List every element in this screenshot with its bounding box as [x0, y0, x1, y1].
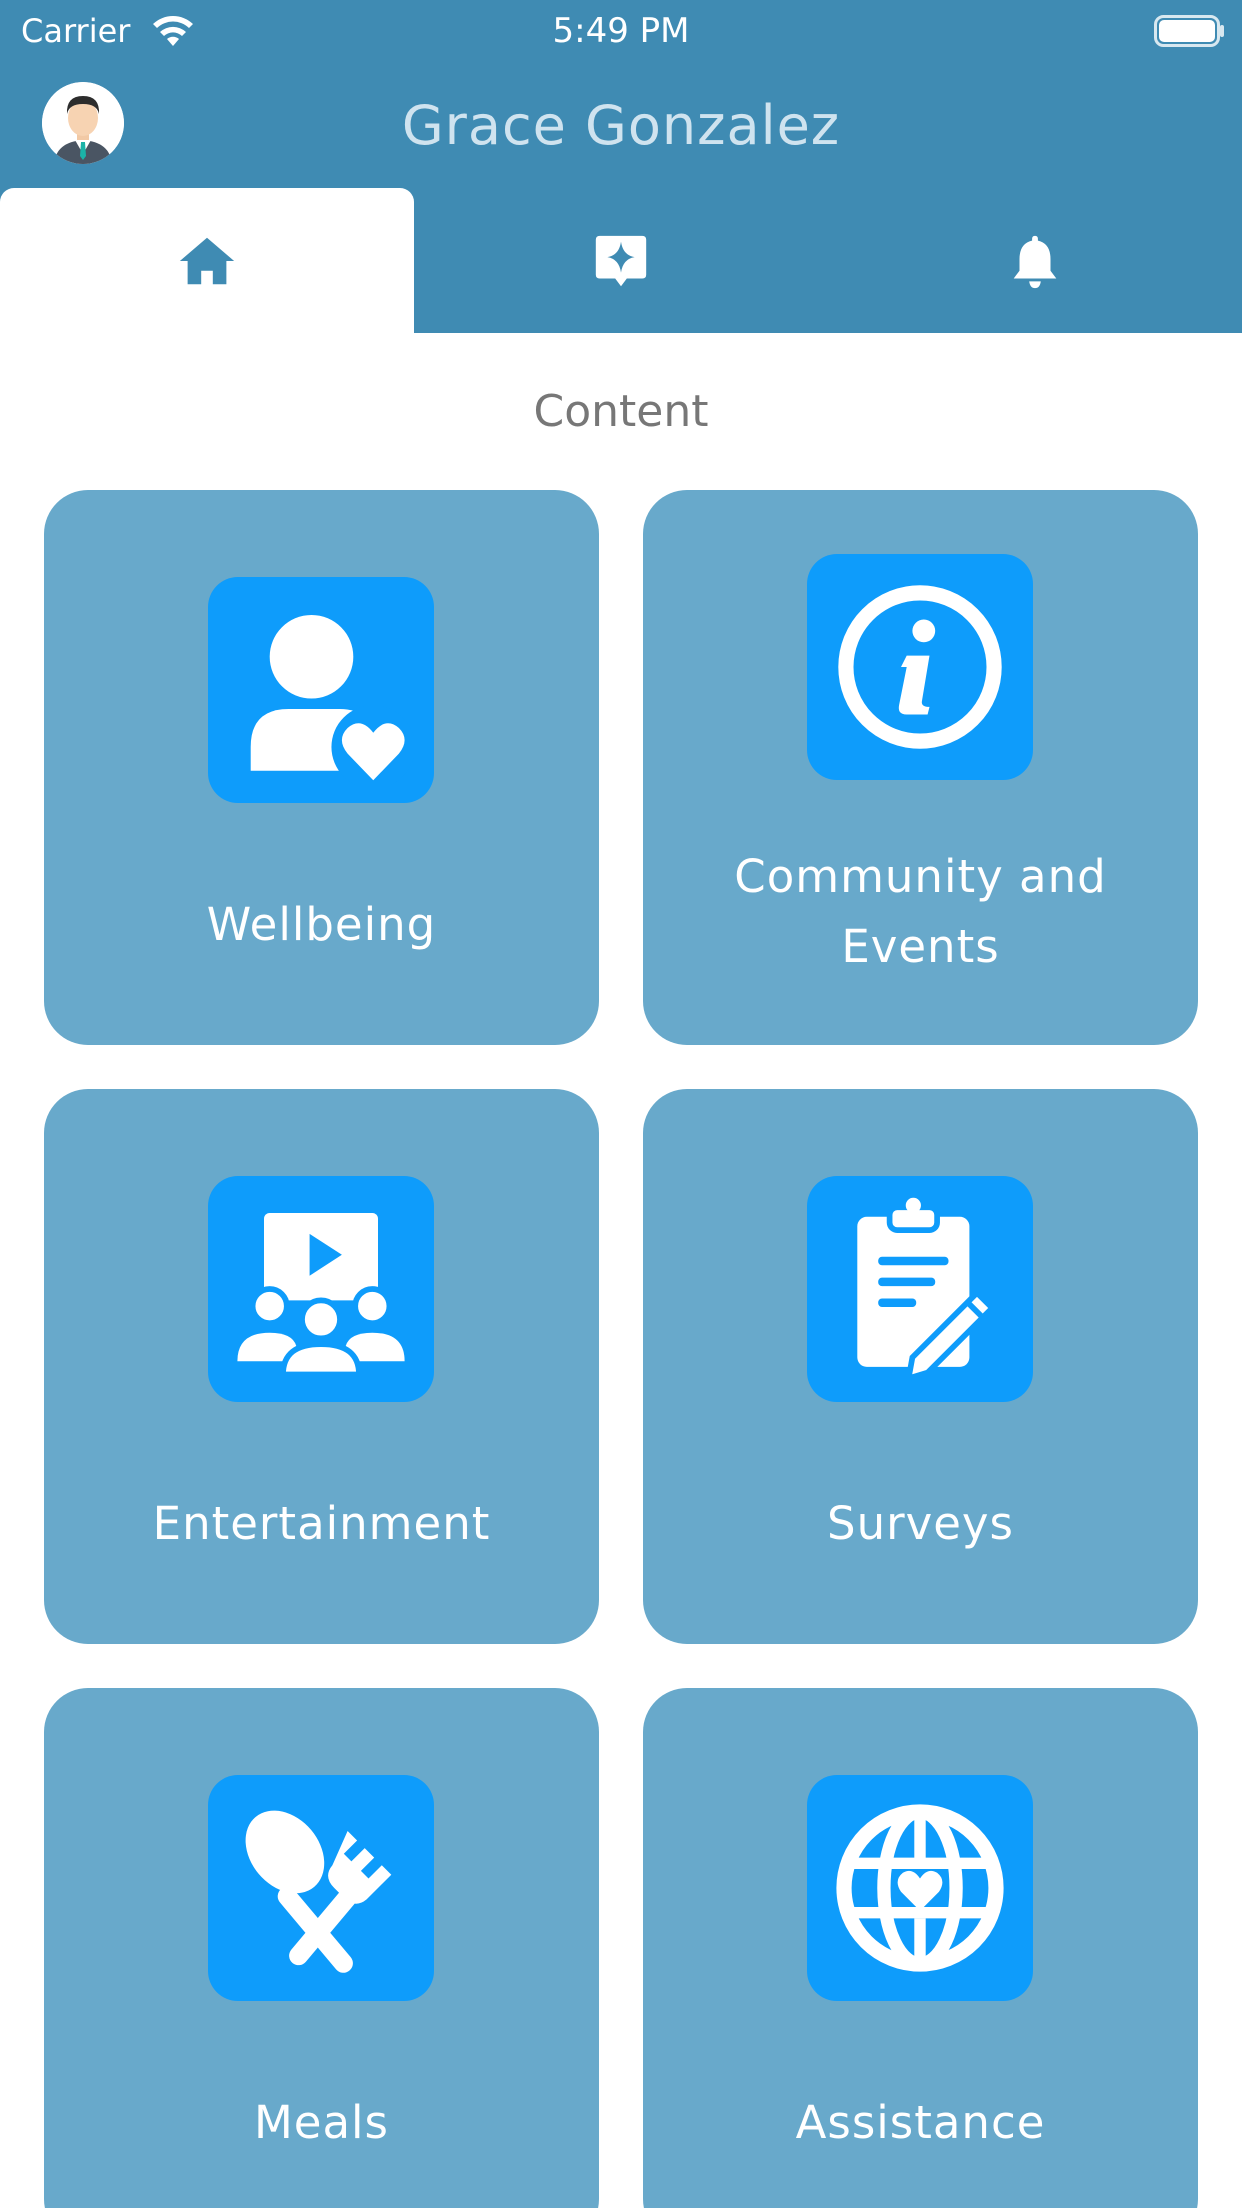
card-label: Wellbeing [206, 898, 437, 951]
tab-home[interactable] [0, 188, 414, 333]
icon-box [208, 577, 434, 803]
page-title: Grace Gonzalez [401, 94, 841, 157]
card-label: Community and Events [734, 850, 1107, 973]
icon-box [208, 1775, 434, 2001]
spoon-fork-icon [245, 1810, 392, 1973]
card-wellbeing[interactable]: Wellbeing [44, 490, 599, 1045]
app-header: Carrier 5:49 PM Grace Gonzalez [0, 0, 1242, 333]
clipboard-pencil-icon [857, 1197, 997, 1383]
person-heart-icon [250, 614, 416, 785]
globe-heart-icon [836, 1804, 1004, 1972]
section-title: Content [533, 386, 709, 437]
card-surveys[interactable]: Surveys [643, 1089, 1198, 1644]
tab-notifications[interactable] [828, 188, 1242, 333]
home-icon [179, 237, 235, 284]
icon-box [807, 1176, 1033, 1402]
tab-highlights[interactable] [414, 188, 828, 333]
battery-icon [1154, 15, 1224, 47]
tab-bar [0, 188, 1242, 333]
status-bar: Carrier 5:49 PM [0, 0, 1242, 62]
card-meals[interactable]: Meals [44, 1688, 599, 2208]
icon-box [807, 554, 1033, 780]
info-circle-icon [838, 585, 1002, 749]
video-audience-icon [237, 1213, 405, 1378]
card-community-and-events[interactable]: Community and Events [643, 490, 1198, 1045]
card-label: Meals [253, 2096, 390, 2149]
status-time: 5:49 PM [552, 11, 690, 51]
card-assistance[interactable]: Assistance [643, 1688, 1198, 2208]
bell-icon [1013, 235, 1057, 288]
sparkle-badge-icon [595, 235, 647, 286]
card-label: Assistance [795, 2096, 1046, 2149]
icon-box [208, 1176, 434, 1402]
card-entertainment[interactable]: Entertainment [44, 1089, 599, 1644]
card-label: Surveys [827, 1497, 1014, 1550]
icon-box [807, 1775, 1033, 2001]
card-label: Entertainment [152, 1497, 491, 1550]
